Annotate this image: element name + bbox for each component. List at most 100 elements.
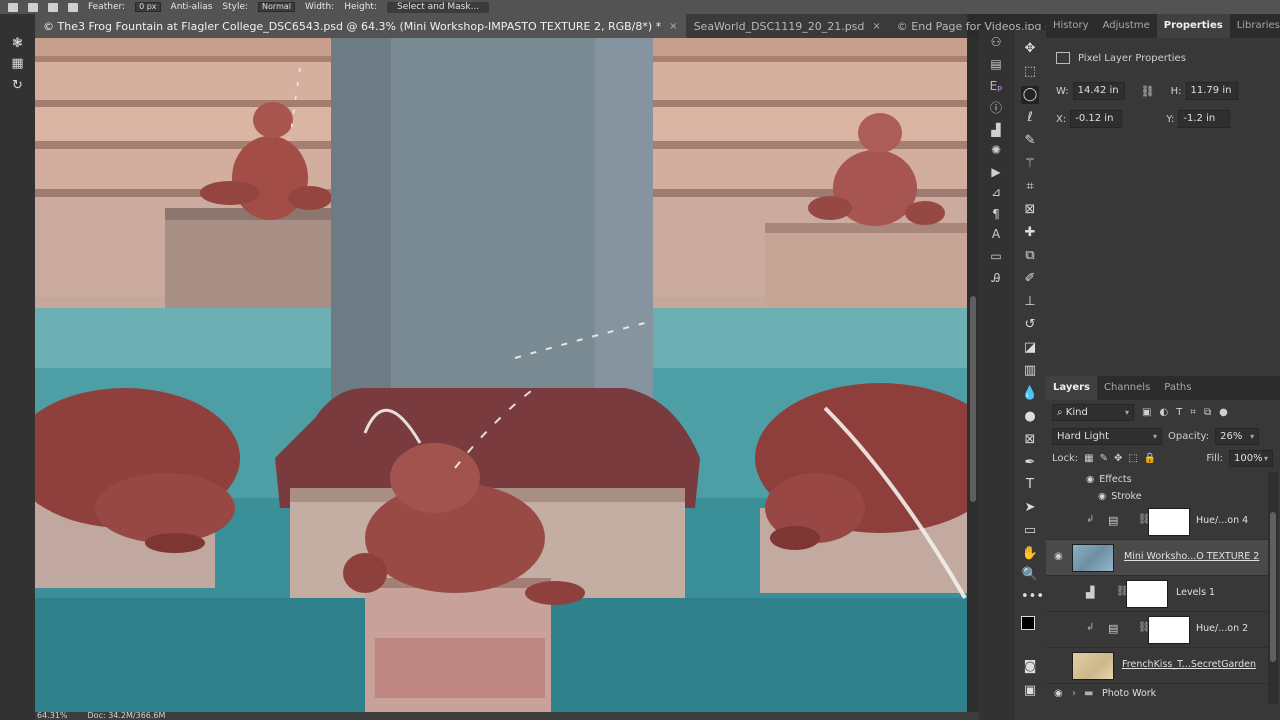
tab-history[interactable]: History	[1046, 14, 1096, 38]
play-icon[interactable]: ▶	[988, 164, 1004, 180]
layer-name[interactable]: Hue/...on 2	[1196, 623, 1248, 634]
filter-smart-icon[interactable]: ⧉	[1204, 407, 1211, 418]
notes-icon[interactable]: ▭	[988, 248, 1004, 264]
marquee-preset-icon[interactable]	[28, 2, 38, 12]
tab-paths[interactable]: Paths	[1157, 376, 1198, 400]
blend-mode-select[interactable]: Hard Light ▾	[1052, 428, 1162, 445]
tab-properties[interactable]: Properties	[1156, 14, 1230, 38]
height-field[interactable]: 11.79 in	[1185, 82, 1238, 100]
quick-mask-icon[interactable]: ◙	[1021, 658, 1039, 676]
layer-name[interactable]: Mini Worksho...O TEXTURE 2	[1124, 551, 1259, 562]
pen-icon[interactable]: ⊠	[1021, 431, 1039, 449]
lock-pixels-icon[interactable]: ▦	[1084, 453, 1093, 464]
layer-row-selected[interactable]: ◉ Mini Worksho...O TEXTURE 2	[1046, 540, 1268, 576]
magic-wand-icon[interactable]: ⚚	[1021, 155, 1039, 173]
layer-name[interactable]: Levels 1	[1176, 587, 1215, 598]
lasso-icon[interactable]: ℓ	[1021, 109, 1039, 127]
opacity-field[interactable]: 26% ▾	[1215, 428, 1260, 445]
info-icon[interactable]: ⓘ	[988, 100, 1004, 116]
layer-mask-thumb[interactable]	[1126, 580, 1168, 608]
shape-icon[interactable]: ▭	[1021, 522, 1039, 540]
link-dimensions-icon[interactable]: ⛓	[1141, 85, 1155, 98]
lock-artboard-icon[interactable]: ⬚	[1128, 453, 1137, 464]
width-field[interactable]: 14.42 in	[1072, 82, 1125, 100]
filter-toggle-icon[interactable]: ●	[1219, 407, 1228, 418]
eye-icon[interactable]: ◉	[1098, 491, 1106, 502]
eye-icon[interactable]: ◉	[1086, 474, 1094, 485]
brush-icon[interactable]: ✐	[1021, 270, 1039, 288]
more-tools-icon[interactable]: •••	[1021, 588, 1044, 606]
select-and-mask-button[interactable]: Select and Mask...	[386, 1, 490, 13]
rect-marquee-icon[interactable]: ⬚	[1021, 63, 1039, 81]
filter-type-icon[interactable]: T	[1176, 407, 1182, 418]
effects-row[interactable]: ◉ Effects	[1086, 474, 1132, 485]
zoom-tool-icon[interactable]: 🔍	[1021, 566, 1039, 584]
layer-thumb[interactable]	[1072, 544, 1114, 572]
layers-scrollbar[interactable]	[1268, 472, 1278, 704]
nik-plugin-icon[interactable]: ❃	[10, 36, 25, 51]
layer-name[interactable]: Photo Work	[1102, 688, 1156, 699]
tab-frog-fountain[interactable]: © The3 Frog Fountain at Flagler College_…	[35, 14, 686, 38]
foreground-color-swatch[interactable]	[1021, 616, 1035, 630]
home-icon[interactable]	[8, 2, 18, 12]
people-icon[interactable]: ⚇	[988, 34, 1004, 50]
antialias-checkbox[interactable]: Anti-alias	[171, 0, 213, 14]
lock-position-icon[interactable]: ✥	[1114, 453, 1122, 464]
document-icon[interactable]: ▤	[988, 56, 1004, 72]
filter-adjustment-icon[interactable]: ◐	[1159, 407, 1168, 418]
history-brush-icon[interactable]: ↺	[1021, 316, 1039, 334]
layer-row[interactable]: ▟ ⛓ Levels 1	[1046, 576, 1268, 612]
layer-name[interactable]: Hue/...on 4	[1196, 515, 1248, 526]
patch-icon[interactable]: ⧉	[1021, 247, 1039, 265]
pen-path-icon[interactable]: ✒	[1021, 454, 1039, 472]
refresh-icon[interactable]: ↻	[10, 78, 25, 93]
eye-icon[interactable]: ◉	[1054, 688, 1066, 700]
color-swatches[interactable]	[1021, 616, 1041, 636]
zoom-level[interactable]: 64.31%	[37, 712, 68, 720]
frame-icon[interactable]: ⊠	[1021, 201, 1039, 219]
y-field[interactable]: -1.2 in	[1178, 110, 1231, 128]
feather-input[interactable]: 0 px	[135, 2, 161, 12]
path-select-icon[interactable]: ➤	[1021, 499, 1039, 517]
scrollbar-thumb[interactable]	[1270, 512, 1276, 662]
layer-mask-thumb[interactable]	[1148, 508, 1190, 536]
dodge-icon[interactable]: ●	[1021, 408, 1039, 426]
stroke-effect-row[interactable]: ◉ Stroke	[1098, 491, 1142, 502]
crop-icon[interactable]: ⌗	[1021, 178, 1039, 196]
healing-brush-icon[interactable]: ✚	[1021, 224, 1039, 242]
filter-shape-icon[interactable]: ⌗	[1190, 407, 1196, 418]
tab-layers[interactable]: Layers	[1046, 376, 1097, 400]
fill-field[interactable]: 100% ▾	[1229, 450, 1274, 467]
add-selection-icon[interactable]	[68, 2, 78, 12]
layer-filter-select[interactable]: ⌕ Kind ▾	[1052, 404, 1134, 421]
hand-tool-icon[interactable]: ✋	[1021, 545, 1039, 563]
brush-settings-icon[interactable]: ⊿	[988, 184, 1004, 200]
document-canvas[interactable]	[35, 38, 967, 712]
style-select[interactable]: Normal	[258, 2, 295, 12]
histogram-icon[interactable]: ▟	[988, 122, 1004, 138]
blur-icon[interactable]: 💧	[1021, 385, 1039, 403]
close-icon[interactable]: ×	[669, 21, 677, 32]
character-icon[interactable]: A	[988, 226, 1004, 242]
filter-pixel-icon[interactable]: ▣	[1142, 407, 1151, 418]
type-tool-icon[interactable]: T	[1021, 476, 1039, 494]
close-icon[interactable]: ×	[872, 21, 880, 32]
layer-row[interactable]: FrenchKiss_T...SecretGarden	[1046, 648, 1268, 684]
canvas-scrollbar[interactable]	[967, 38, 979, 712]
layer-thumb[interactable]	[1072, 652, 1114, 680]
tab-adjustments[interactable]: Adjustme	[1096, 14, 1157, 38]
layer-row[interactable]: ↲ ▤ ⛓ Hue/...on 2	[1046, 612, 1268, 648]
glyphs-icon[interactable]: Ꭿ	[988, 270, 1004, 286]
layer-row[interactable]: ↲ ▤ ⛓ Hue/...on 4	[1046, 504, 1268, 540]
tab-seaworld[interactable]: SeaWorld_DSC1119_20_21.psd ×	[686, 14, 889, 38]
ep-plugin-icon[interactable]: Eₚ	[988, 78, 1004, 94]
layer-name[interactable]: FrenchKiss_T...SecretGarden	[1122, 659, 1256, 670]
color-wheel-icon[interactable]: ✺	[988, 142, 1004, 158]
tab-channels[interactable]: Channels	[1097, 376, 1157, 400]
lock-paint-icon[interactable]: ✎	[1100, 453, 1108, 464]
expand-arrow-icon[interactable]: ›	[1072, 688, 1076, 699]
move-tool-icon[interactable]: ✥	[1021, 40, 1039, 58]
clone-stamp-icon[interactable]: ⊥	[1021, 293, 1039, 311]
paragraph-icon[interactable]: ¶	[988, 206, 1004, 222]
gradient-icon[interactable]: ▥	[1021, 362, 1039, 380]
